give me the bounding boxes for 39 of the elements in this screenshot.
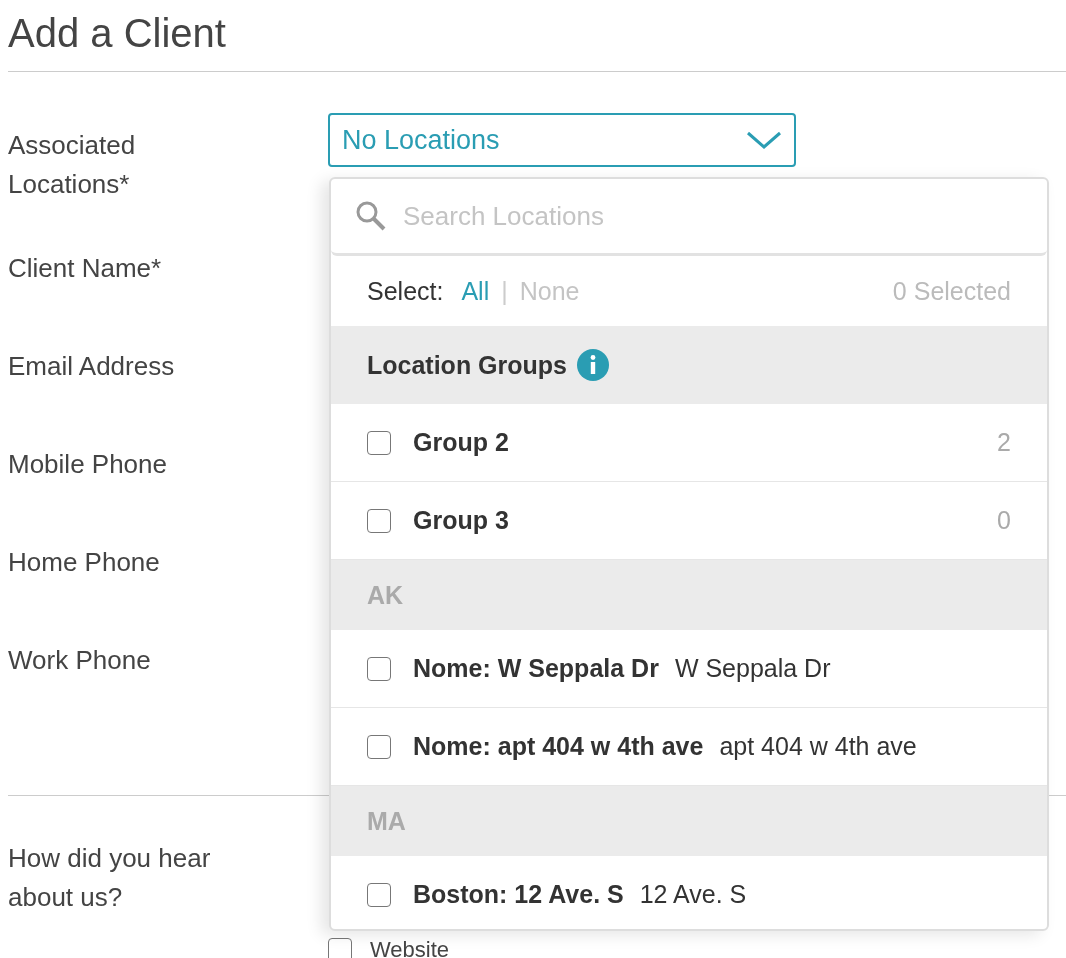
section-title: Location Groups (367, 350, 567, 380)
option-label: Website (370, 939, 450, 958)
checkbox[interactable] (367, 882, 391, 907)
option-count: 2 (997, 428, 1011, 457)
option-count: 0 (997, 506, 1011, 535)
section-title: MA (367, 806, 406, 836)
checkbox[interactable] (367, 430, 391, 455)
field-label: Work Phone (8, 644, 152, 677)
checkbox[interactable] (367, 508, 391, 533)
field-label: Home Phone (8, 546, 161, 579)
option-name: Group 2 (413, 428, 509, 457)
page-title: Add a Client (8, 10, 227, 57)
search-input[interactable]: Search Locations (401, 199, 1023, 233)
option-name: Group 3 (413, 506, 509, 535)
field-label: How did you hear about us? (8, 842, 212, 914)
search-icon (355, 200, 387, 232)
checkbox[interactable] (367, 656, 391, 681)
option-name: Nome: apt 404 w 4th ave (413, 732, 704, 761)
location-option[interactable]: Group 2 2 (331, 404, 1047, 482)
select-label: Select: (367, 276, 444, 306)
chevron-down-icon (746, 130, 782, 150)
option-address: W Seppala Dr (674, 654, 831, 683)
field-label: Email Address (8, 350, 176, 383)
field-label: Client Name* (8, 252, 163, 285)
search-field[interactable]: Search Locations (331, 179, 1047, 256)
info-icon (577, 349, 609, 381)
location-option[interactable]: Boston: 12 Ave. S 12 Ave. S (331, 856, 1047, 929)
option-address: 12 Ave. S (639, 880, 747, 909)
checkbox[interactable] (367, 734, 391, 759)
option-name: Nome: W Seppala Dr (413, 654, 659, 683)
separator: | (501, 276, 508, 306)
option-name: Boston: 12 Ave. S (413, 880, 624, 909)
field-label: Associated Locations* (8, 129, 137, 201)
location-option[interactable]: Nome: W Seppala Dr W Seppala Dr (331, 630, 1047, 708)
checkbox[interactable] (328, 938, 352, 958)
section-title: AK (367, 580, 404, 610)
field-label: Mobile Phone (8, 448, 168, 481)
option-address: apt 404 w 4th ave (719, 732, 917, 761)
selected-count: 0 Selected (892, 276, 1011, 306)
